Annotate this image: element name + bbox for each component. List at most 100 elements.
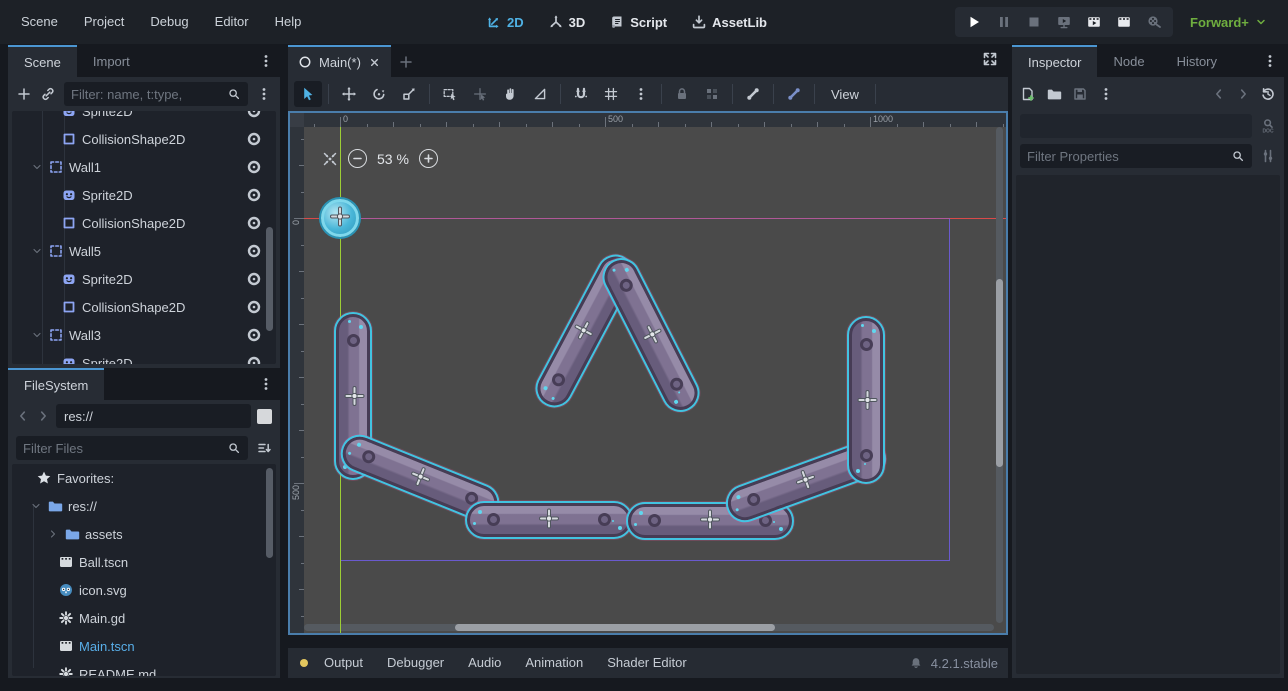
menu-help[interactable]: Help xyxy=(262,8,315,36)
scene-tree-item-sprite2d[interactable]: Sprite2D xyxy=(12,111,276,125)
scene-tab-main[interactable]: Main(*) xyxy=(288,45,391,77)
chevron-down-icon[interactable] xyxy=(31,245,43,257)
fs-item-assets[interactable]: assets xyxy=(12,520,276,548)
canvas-v-scrollbar[interactable] xyxy=(996,127,1003,623)
scene-tree-item-wall1[interactable]: Wall1 xyxy=(12,153,276,181)
history-forward-button[interactable] xyxy=(1236,87,1250,101)
fs-sort-button[interactable] xyxy=(256,440,272,456)
chevron-down-icon[interactable] xyxy=(30,500,42,512)
add-scene-tab-button[interactable] xyxy=(391,47,421,77)
bottom-tab-animation[interactable]: Animation xyxy=(513,648,595,678)
mode-assetlib[interactable]: AssetLib xyxy=(683,7,775,37)
wall-capsule-3[interactable] xyxy=(467,503,631,537)
group-node-button[interactable] xyxy=(698,81,726,107)
move-mode-button[interactable] xyxy=(335,81,363,107)
move-gizmo-icon[interactable] xyxy=(791,465,820,496)
tab-node[interactable]: Node xyxy=(1097,45,1160,77)
remote-debug-button[interactable] xyxy=(1051,9,1077,35)
movie-maker-button[interactable] xyxy=(1141,9,1167,35)
pivot-mode-button[interactable] xyxy=(466,81,494,107)
ruler-mode-button[interactable] xyxy=(526,81,554,107)
scene-tree-item-collisionshape2d[interactable]: CollisionShape2D xyxy=(12,293,276,321)
scene-dock-menu[interactable] xyxy=(258,53,274,69)
scene-tree-item-sprite2d[interactable]: Sprite2D xyxy=(12,349,276,364)
expand-viewport-button[interactable] xyxy=(982,51,998,67)
visibility-eye-icon[interactable] xyxy=(246,327,262,343)
move-gizmo-icon[interactable] xyxy=(405,462,435,493)
fs-item-favorites-[interactable]: Favorites: xyxy=(12,464,276,492)
save-resource-button[interactable] xyxy=(1072,86,1088,102)
scene-filter-input[interactable]: Filter: name, t:type, xyxy=(64,82,248,106)
bottom-tab-debugger[interactable]: Debugger xyxy=(375,648,456,678)
visibility-eye-icon[interactable] xyxy=(246,355,262,364)
scene-tree-item-collisionshape2d[interactable]: CollisionShape2D xyxy=(12,125,276,153)
instance-scene-button[interactable] xyxy=(40,86,56,102)
tab-inspector[interactable]: Inspector xyxy=(1012,45,1097,77)
fs-item-res-[interactable]: res:// xyxy=(12,492,276,520)
history-back-button[interactable] xyxy=(1212,87,1226,101)
scene-tree-item-wall3[interactable]: Wall3 xyxy=(12,321,276,349)
view-menu-button[interactable]: View xyxy=(821,81,869,107)
canvas-h-scrollbar[interactable] xyxy=(304,624,994,631)
chevron-down-icon[interactable] xyxy=(31,329,43,341)
fs-item-ball-tscn[interactable]: Ball.tscn xyxy=(12,548,276,576)
play-button[interactable] xyxy=(961,9,987,35)
stop-button[interactable] xyxy=(1021,9,1047,35)
scene-tree-menu-button[interactable] xyxy=(256,86,272,102)
move-gizmo-icon[interactable] xyxy=(635,320,667,351)
chevron-down-icon[interactable] xyxy=(31,161,43,173)
load-resource-button[interactable] xyxy=(1046,86,1062,102)
menu-project[interactable]: Project xyxy=(71,8,137,36)
fs-item-main-tscn[interactable]: Main.tscn xyxy=(12,632,276,660)
menu-editor[interactable]: Editor xyxy=(202,8,262,36)
notification-bell-icon[interactable] xyxy=(909,656,923,670)
scene-tree-item-sprite2d[interactable]: Sprite2D xyxy=(12,265,276,293)
menu-debug[interactable]: Debug xyxy=(137,8,201,36)
add-node-button[interactable] xyxy=(16,86,32,102)
mode-script[interactable]: Script xyxy=(601,7,675,37)
tab-history[interactable]: History xyxy=(1161,45,1233,77)
property-tools-button[interactable] xyxy=(1260,148,1276,164)
move-gizmo-icon[interactable] xyxy=(569,315,601,346)
resource-options-button[interactable] xyxy=(1098,86,1114,102)
play-scene-button[interactable] xyxy=(1081,9,1107,35)
visibility-eye-icon[interactable] xyxy=(246,271,262,287)
menu-scene[interactable]: Scene xyxy=(8,8,71,36)
visibility-eye-icon[interactable] xyxy=(246,111,262,119)
lock-node-button[interactable] xyxy=(668,81,696,107)
pause-button[interactable] xyxy=(991,9,1017,35)
visibility-eye-icon[interactable] xyxy=(246,187,262,203)
move-gizmo-icon[interactable] xyxy=(341,385,366,407)
fs-item-main-gd[interactable]: Main.gd xyxy=(12,604,276,632)
list-select-mode-button[interactable] xyxy=(436,81,464,107)
zoom-in-button[interactable] xyxy=(419,149,438,168)
visibility-eye-icon[interactable] xyxy=(246,159,262,175)
tab-filesystem[interactable]: FileSystem xyxy=(8,368,104,400)
zoom-out-button[interactable] xyxy=(348,149,367,168)
tab-import[interactable]: Import xyxy=(77,45,146,77)
grid-snap-button[interactable] xyxy=(597,81,625,107)
scene-tree-item-wall5[interactable]: Wall5 xyxy=(12,237,276,265)
move-gizmo-icon[interactable] xyxy=(538,508,560,533)
scene-tree-scrollbar[interactable] xyxy=(266,227,273,331)
pan-mode-button[interactable] xyxy=(496,81,524,107)
ik-chain-button[interactable] xyxy=(780,81,808,107)
canvas-drawing-area[interactable]: 53 % xyxy=(304,127,1006,633)
scene-tree-item-collisionshape2d[interactable]: CollisionShape2D xyxy=(12,209,276,237)
fs-tree-scrollbar[interactable] xyxy=(266,468,273,558)
inspector-filter-input[interactable]: Filter Properties xyxy=(1020,144,1252,168)
move-gizmo-icon[interactable] xyxy=(329,206,351,231)
visibility-eye-icon[interactable] xyxy=(246,299,262,315)
visibility-eye-icon[interactable] xyxy=(246,131,262,147)
move-gizmo-icon[interactable] xyxy=(699,509,721,534)
visibility-eye-icon[interactable] xyxy=(246,243,262,259)
fs-forward-button[interactable] xyxy=(36,409,50,423)
chevron-right-icon[interactable] xyxy=(47,528,59,540)
canvas-viewport[interactable]: 05001000 0500 xyxy=(288,111,1008,635)
zoom-level[interactable]: 53 % xyxy=(377,151,409,167)
inspector-dock-menu[interactable] xyxy=(1262,53,1278,69)
close-icon[interactable] xyxy=(368,56,381,69)
history-list-button[interactable] xyxy=(1260,86,1276,102)
fs-display-mode-toggle[interactable] xyxy=(257,409,272,424)
renderer-selector[interactable]: Forward+ xyxy=(1190,0,1267,44)
